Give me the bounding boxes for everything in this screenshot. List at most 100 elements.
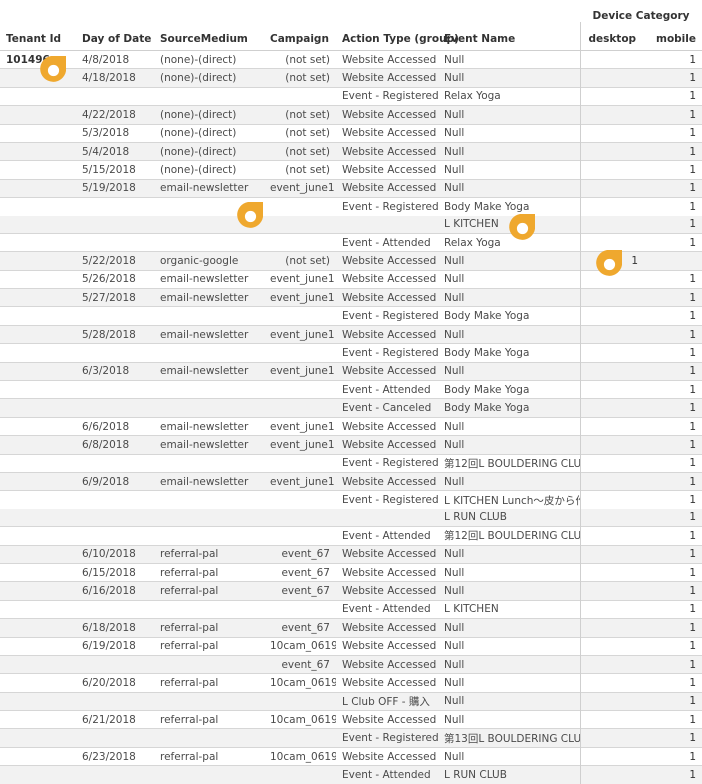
cell-event-name: Null xyxy=(438,105,580,125)
table-row[interactable]: L Club OFF - 購入 Null 1 xyxy=(0,691,702,711)
cell-action-type xyxy=(336,508,438,527)
cell-action-type: Website Accessed xyxy=(336,673,438,693)
table-row[interactable]: 6/21/2018 referral-pal 10cam_0619 Website A… xyxy=(0,710,702,729)
cell-sourcemedium: (none)-(direct) xyxy=(154,105,264,125)
table-row[interactable]: 6/16/2018 referral-pal event_67 Website Acc… xyxy=(0,581,702,601)
table-row[interactable]: Event - Attended Relax Yoga 1 xyxy=(0,232,702,252)
cell-campaign: (not set) xyxy=(264,160,336,180)
cell-sourcemedium xyxy=(154,232,264,252)
cell-day-of-date xyxy=(76,526,154,546)
cell-tenant-id xyxy=(0,269,76,289)
cell-campaign: event_june1 xyxy=(264,361,336,381)
cell-desktop xyxy=(579,581,644,601)
cell-day-of-date: 6/10/2018 xyxy=(76,544,154,564)
column-header-action-type[interactable]: Action Type (group) xyxy=(336,26,459,51)
table-row[interactable]: 6/3/2018 email-newsletter event_june1 Websi… xyxy=(0,361,702,381)
table-row[interactable]: Event - Canceled Body Make Yoga 1 xyxy=(0,398,702,418)
cell-campaign xyxy=(264,398,336,418)
cell-action-type: Website Accessed xyxy=(336,618,438,637)
cell-tenant-id xyxy=(0,251,76,271)
table-row[interactable]: 6/8/2018 email-newsletter event_june1 Websi… xyxy=(0,435,702,455)
cell-event-name: Null xyxy=(438,673,580,693)
cell-tenant-id xyxy=(0,398,76,418)
cell-campaign: event_67 xyxy=(264,581,336,601)
cell-desktop xyxy=(579,306,644,326)
cell-sourcemedium xyxy=(154,306,264,326)
table-row[interactable]: Event - Registered Body Make Yoga 1 xyxy=(0,343,702,363)
cell-action-type: Website Accessed xyxy=(336,105,438,125)
table-row[interactable]: L KITCHEN 1 xyxy=(0,215,702,234)
cell-day-of-date xyxy=(76,691,154,711)
cell-mobile: 1 xyxy=(644,544,702,564)
cell-sourcemedium xyxy=(154,86,264,106)
cell-sourcemedium xyxy=(154,654,264,674)
table-row[interactable]: 5/22/2018 organic-google (not set) Website … xyxy=(0,251,702,271)
table-row[interactable]: Event - Registered L KITCHEN Lunch〜皮から作..… xyxy=(0,490,702,509)
table-row[interactable]: 6/20/2018 referral-pal 10cam_0619 Website A… xyxy=(0,673,702,693)
cell-event-name: 第12回L BOULDERING CLUB.. xyxy=(438,453,580,473)
table-row[interactable]: 5/28/2018 email-newsletter event_june1 Webs… xyxy=(0,324,702,344)
cell-event-name: Null xyxy=(438,324,580,344)
cell-desktop xyxy=(579,654,644,674)
cell-action-type: Website Accessed xyxy=(336,636,438,656)
table-row[interactable]: Event - Registered 第12回L BOULDERING CLUB.… xyxy=(0,453,702,473)
cell-event-name: Null xyxy=(438,269,580,289)
cell-day-of-date: 6/19/2018 xyxy=(76,636,154,656)
table-row[interactable]: 5/15/2018 (none)-(direct) (not set) Website… xyxy=(0,160,702,180)
table-row[interactable]: Event - Attended L RUN CLUB 1 xyxy=(0,765,702,784)
table-row[interactable]: Event - Registered Body Make Yoga 1 xyxy=(0,306,702,326)
table-row[interactable]: 6/9/2018 email-newsletter event_june1 Websi… xyxy=(0,471,702,491)
cell-action-type: Event - Canceled xyxy=(336,398,438,418)
cell-sourcemedium xyxy=(154,728,264,748)
column-header-desktop[interactable]: desktop xyxy=(579,26,644,51)
cell-sourcemedium: email-newsletter xyxy=(154,178,264,198)
table-row[interactable]: 6/19/2018 referral-pal 10cam_0619 Website A… xyxy=(0,636,702,656)
cell-mobile: 1 xyxy=(644,710,702,729)
cell-mobile: 1 xyxy=(644,471,702,491)
cell-mobile: 1 xyxy=(644,508,702,527)
table-row[interactable]: 5/26/2018 email-newsletter event_june1 Webs… xyxy=(0,269,702,289)
column-header-tenant-id[interactable]: Tenant Id xyxy=(0,26,76,51)
table-row[interactable]: 5/3/2018 (none)-(direct) (not set) Website … xyxy=(0,123,702,143)
table-row[interactable]: 5/4/2018 (none)-(direct) (not set) Website … xyxy=(0,141,702,161)
cell-sourcemedium xyxy=(154,765,264,784)
cell-tenant-id xyxy=(0,288,76,307)
cell-sourcemedium xyxy=(154,343,264,363)
cell-campaign xyxy=(264,197,336,216)
cell-sourcemedium: email-newsletter xyxy=(154,361,264,381)
cell-tenant-id xyxy=(0,599,76,619)
cell-tenant-id xyxy=(0,435,76,455)
cell-desktop xyxy=(579,544,644,564)
column-header-day-of-date[interactable]: Day of Date xyxy=(76,26,154,51)
cell-campaign: event_67 xyxy=(264,618,336,637)
cell-tenant-id xyxy=(0,105,76,125)
table-row[interactable]: event_67 Website Accessed Null 1 xyxy=(0,654,702,674)
column-header-mobile[interactable]: mobile xyxy=(644,26,702,51)
table-row[interactable]: Event - Attended 第12回L BOULDERING CLUB.. 1 xyxy=(0,526,702,546)
table-row[interactable]: L RUN CLUB 1 xyxy=(0,508,702,527)
table-row[interactable]: Event - Registered Body Make Yoga 1 xyxy=(0,197,702,216)
cell-mobile: 1 xyxy=(644,105,702,125)
table-row[interactable]: 4/18/2018 (none)-(direct) (not set) Website… xyxy=(0,68,702,88)
table-row[interactable]: Event - Attended Body Make Yoga 1 xyxy=(0,380,702,399)
table-row[interactable]: Event - Registered 第13回L BOULDERING CLUB.… xyxy=(0,728,702,748)
table-row[interactable]: Event - Registered Relax Yoga 1 xyxy=(0,86,702,106)
cell-sourcemedium xyxy=(154,453,264,473)
table-row[interactable]: 6/23/2018 referral-pal 10cam_0619 Website A… xyxy=(0,746,702,766)
table-row[interactable]: 6/18/2018 referral-pal event_67 Website Acc… xyxy=(0,618,702,637)
column-header-sourcemedium[interactable]: SourceMedium xyxy=(154,26,264,51)
table-row[interactable]: 6/6/2018 email-newsletter event_june1 Websi… xyxy=(0,416,702,436)
cell-event-name: Null xyxy=(438,178,580,198)
cell-tenant-id xyxy=(0,324,76,344)
cell-tenant-id xyxy=(0,215,76,234)
table-row[interactable]: 6/10/2018 referral-pal event_67 Website Acc… xyxy=(0,544,702,564)
table-row[interactable]: 4/22/2018 (none)-(direct) (not set) Website… xyxy=(0,105,702,125)
table-row[interactable]: 101496 4/8/2018 (none)-(direct) (not set) We… xyxy=(0,49,702,69)
table-row[interactable]: Event - Attended L KITCHEN 1 xyxy=(0,599,702,619)
column-header-event-name[interactable]: Event Name xyxy=(438,26,580,51)
table-row[interactable]: 5/19/2018 email-newsletter event_june1 Webs… xyxy=(0,178,702,198)
cell-event-name: Null xyxy=(438,160,580,180)
table-row[interactable]: 5/27/2018 email-newsletter event_june1 Webs… xyxy=(0,288,702,307)
table-row[interactable]: 6/15/2018 referral-pal event_67 Website Acc… xyxy=(0,562,702,582)
column-header-campaign[interactable]: Campaign xyxy=(264,26,336,51)
